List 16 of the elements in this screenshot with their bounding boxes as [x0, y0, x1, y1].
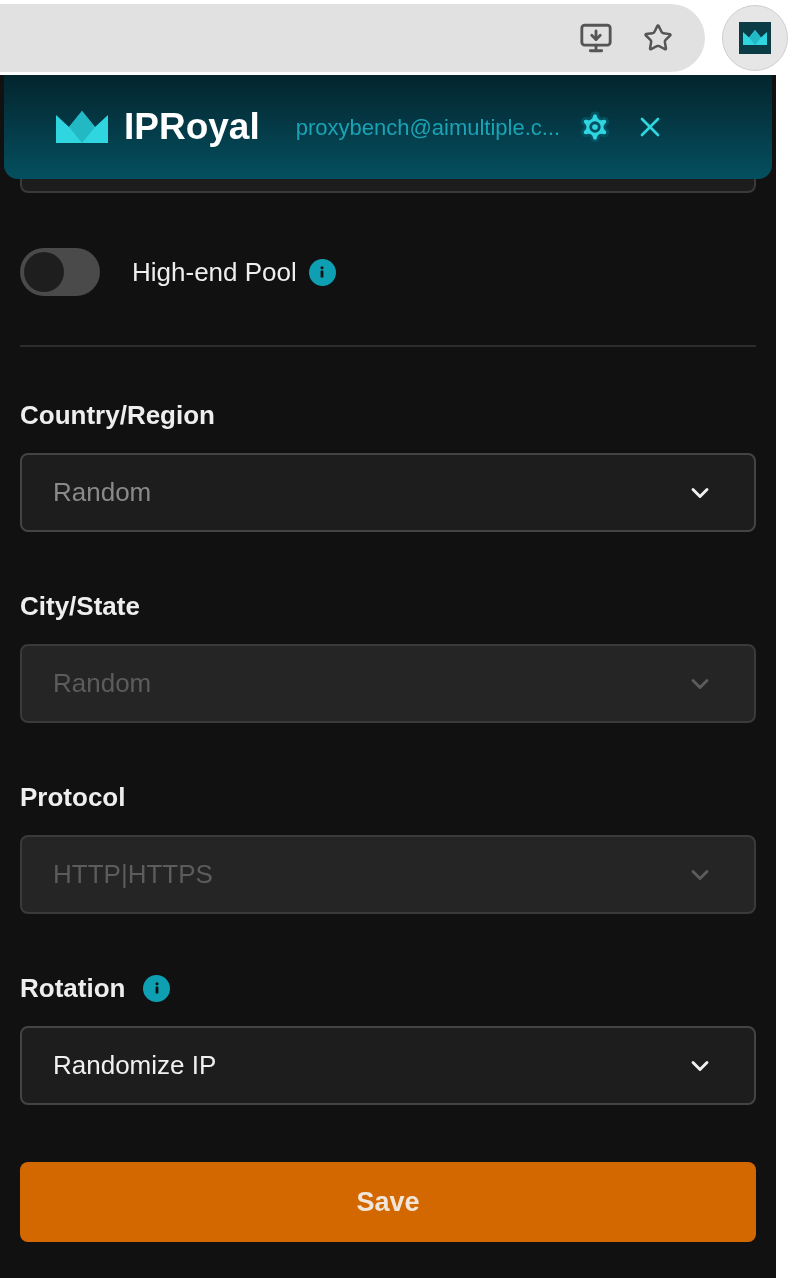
info-icon[interactable] — [143, 974, 171, 1002]
select-field[interactable]: Random — [20, 453, 756, 532]
crown-logo — [56, 111, 108, 143]
field-label: Rotation — [20, 971, 126, 1005]
field-label: Country/Region — [20, 398, 215, 432]
info-icon[interactable] — [308, 258, 336, 286]
field-label: Protocol — [20, 780, 126, 814]
bookmark-star-icon[interactable] — [643, 22, 673, 53]
account-email: proxybench@aimultiple.c... — [295, 113, 561, 142]
field-label: City/State — [20, 589, 140, 623]
toggle-label: High-end Pool — [132, 255, 297, 289]
select-field[interactable]: Randomize IP — [20, 1026, 756, 1105]
crown-icon — [743, 30, 767, 45]
brand-name: IPRoyal — [124, 105, 260, 150]
save-button[interactable]: Save — [20, 1162, 756, 1242]
toggle-switch[interactable] — [20, 248, 100, 296]
